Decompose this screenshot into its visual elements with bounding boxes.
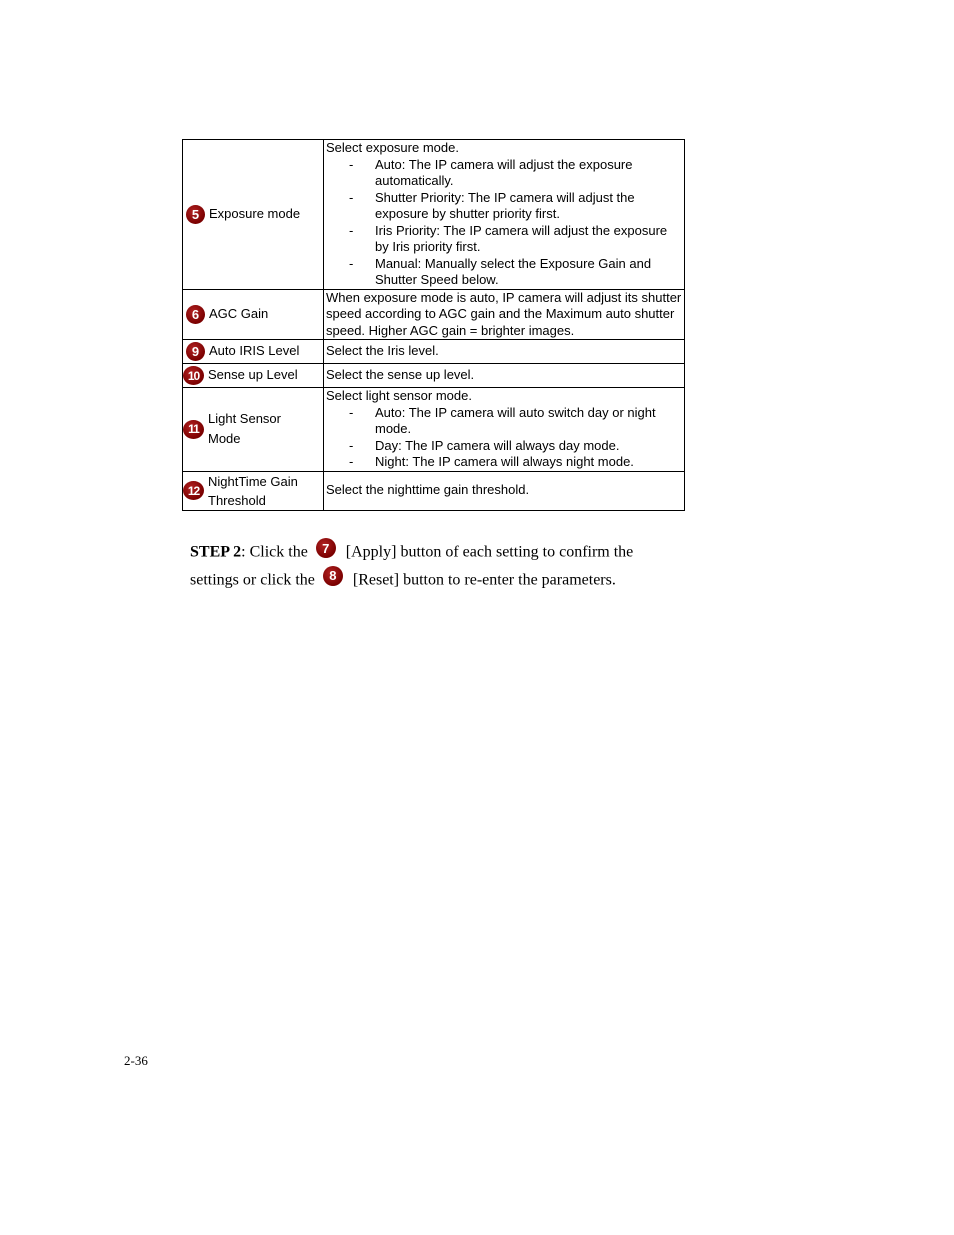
- number-badge-icon: 6: [186, 304, 205, 324]
- setting-description: Select the sense up level.: [323, 363, 685, 388]
- setting-description: Select the Iris level.: [323, 339, 685, 364]
- number-badge-icon: 5: [186, 204, 205, 224]
- setting-name: AGC Gain: [209, 306, 269, 321]
- option-item: Night: The IP camera will always night m…: [326, 454, 682, 471]
- setting-description: Select exposure mode.: [326, 140, 459, 155]
- number-badge-icon: 9: [186, 342, 205, 361]
- setting-name: Auto IRIS Level: [209, 343, 300, 359]
- option-item: Iris Priority: The IP camera will adjust…: [326, 223, 682, 256]
- option-item: Manual: Manually select the Exposure Gai…: [326, 256, 682, 289]
- option-item: Day: The IP camera will always day mode.: [326, 438, 682, 455]
- setting-description: Select light sensor mode.: [326, 388, 472, 403]
- option-item: Auto: The IP camera will auto switch day…: [326, 405, 682, 438]
- step-text: : Click the: [241, 543, 312, 561]
- settings-table: 5 Exposure mode Select exposure mode. Au…: [182, 139, 685, 511]
- step-instruction: STEP 2: Click the 7 [Apply] button of ea…: [190, 538, 670, 593]
- setting-name: Light Sensor Mode: [208, 411, 281, 447]
- option-item: Auto: The IP camera will adjust the expo…: [326, 157, 682, 190]
- apply-badge-icon: 7: [315, 538, 336, 558]
- setting-name: Sense up Level: [208, 367, 298, 383]
- setting-name: NightTime Gain Threshold: [208, 473, 298, 508]
- setting-name: Exposure mode: [209, 206, 301, 221]
- table-row: 12 NightTime Gain Threshold Select the n…: [182, 470, 685, 511]
- setting-description: Select the nighttime gain threshold.: [323, 470, 685, 511]
- setting-description: When exposure mode is auto, IP camera wi…: [323, 288, 685, 340]
- step-label: STEP 2: [190, 543, 242, 561]
- table-row: 10 Sense up Level Select the sense up le…: [182, 363, 685, 388]
- page-number: 2-36: [124, 1053, 148, 1068]
- number-badge-icon: 11: [183, 419, 204, 439]
- option-item: Shutter Priority: The IP camera will adj…: [326, 190, 682, 223]
- number-badge-icon: 12: [183, 481, 204, 500]
- step-text: [Reset] button to re-enter the parameter…: [348, 571, 616, 588]
- table-row: 11 Light Sensor Mode Select light sensor…: [182, 387, 685, 472]
- reset-badge-icon: 8: [322, 565, 343, 586]
- table-row: 6 AGC Gain When exposure mode is auto, I…: [182, 288, 685, 340]
- option-list: Auto: The IP camera will auto switch day…: [326, 405, 682, 471]
- option-list: Auto: The IP camera will adjust the expo…: [326, 157, 682, 289]
- table-row: 5 Exposure mode Select exposure mode. Au…: [182, 139, 685, 290]
- number-badge-icon: 10: [183, 366, 204, 385]
- table-row: 9 Auto IRIS Level Select the Iris level.: [182, 339, 685, 364]
